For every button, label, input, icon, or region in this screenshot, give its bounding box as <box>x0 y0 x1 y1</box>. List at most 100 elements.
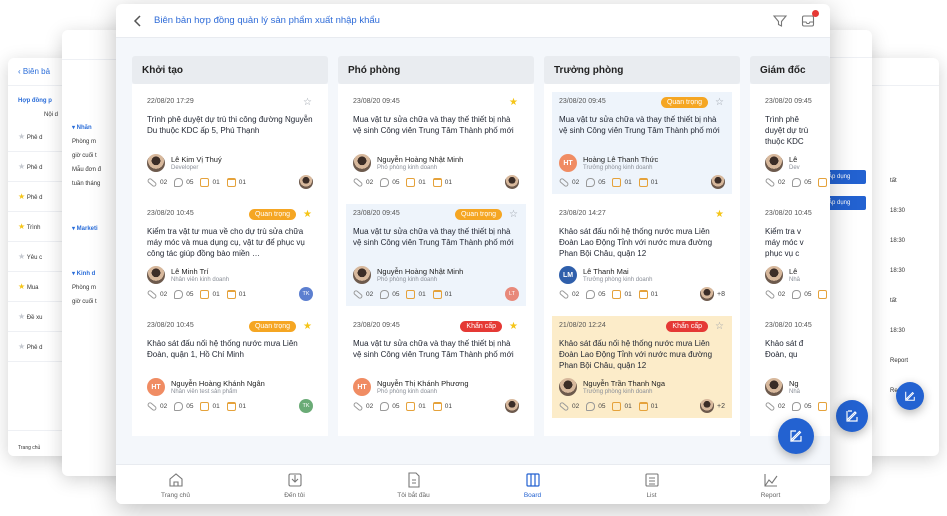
column-cards: 23/08/20 09:45 Trình phê duyệt dự trù thu… <box>750 84 830 436</box>
stat-count: 01 <box>418 402 426 410</box>
document-icon <box>406 401 416 411</box>
nav-report[interactable]: Report <box>711 465 830 504</box>
comment-icon <box>792 401 802 411</box>
star-icon[interactable]: ☆ <box>509 209 518 220</box>
card-assignee: Lê Kim Vị Thuý Developer <box>147 153 313 173</box>
task-card[interactable]: 23/08/20 09:45 ★ Khẩn cấp Mua vật tư sửa ch… <box>346 316 526 428</box>
card-stats: 02 05 01 01 +8 <box>558 287 725 301</box>
ghost-right-label: Report <box>890 358 909 364</box>
task-card[interactable]: 23/08/20 10:45 Kiểm tra v máy móc v phục … <box>758 204 828 316</box>
assignee-info: Nguyễn Hoàng Nhật Minh Phó phòng kinh doa… <box>377 267 463 283</box>
stat-item: 01 <box>406 289 426 299</box>
star-icon[interactable]: ★ <box>715 209 724 220</box>
stat-item: 02 <box>146 400 167 412</box>
nav-list[interactable]: List <box>592 465 711 504</box>
filter-icon <box>772 14 788 27</box>
task-card[interactable]: 23/08/20 09:45 ☆ Quan trọng Mua vật tư sửa … <box>346 204 526 316</box>
nav-label: List <box>646 491 657 499</box>
assignee-info: Nguyễn Trần Thanh Nga Trưởng phòng kinh d… <box>583 379 665 395</box>
notification-button[interactable] <box>800 9 819 29</box>
task-card[interactable]: 23/08/20 10:45 Khảo sát đ Đoàn, qu Ng Nhâ 02… <box>758 316 828 428</box>
attachment-icon <box>558 288 570 300</box>
assignee-role: Trưởng phòng kinh doanh <box>583 277 653 283</box>
comment-icon <box>380 289 390 299</box>
ghost-left-row-label: Mua <box>25 285 39 291</box>
task-card[interactable]: 23/08/20 10:45 ★ Quan trọng Khảo sát đấu nố… <box>140 316 320 428</box>
task-card[interactable]: 23/08/20 09:45 ★ Mua vật tư sửa chữa và th… <box>346 92 526 204</box>
nav-đến-tôi[interactable]: Đến tôi <box>235 465 354 504</box>
filter-button[interactable] <box>772 13 788 29</box>
stat-item: 01 <box>432 401 452 411</box>
card-date: 23/08/20 10:45 <box>765 210 812 217</box>
participants: TK <box>296 399 313 413</box>
checklist-icon <box>226 401 236 411</box>
back-button[interactable] <box>130 13 146 29</box>
report-chart-icon <box>763 473 777 487</box>
participant-avatar <box>299 175 313 189</box>
card-description: Mua vật tư sửa chữa và thay thế thiết bị… <box>559 115 720 135</box>
list-icon <box>644 472 659 487</box>
task-card[interactable]: 23/08/20 09:45 Trình phê duyệt dự trù thu… <box>758 92 828 204</box>
assignee-role: Dev <box>789 165 800 171</box>
assignee-name: Nguyễn Hoàng Nhật Minh <box>377 155 464 164</box>
stat-item: 05 <box>586 177 605 187</box>
stat-item: 01 <box>638 177 658 187</box>
card-date: 22/08/20 17:29 <box>147 98 194 105</box>
star-icon[interactable]: ☆ <box>303 97 312 108</box>
participant-avatar <box>711 175 725 189</box>
star-icon[interactable]: ☆ <box>715 97 724 108</box>
ghost-left-title: Biên bả <box>22 67 51 76</box>
comment-icon <box>380 401 390 411</box>
assignee-name: Nguyễn Thị Khánh Phương <box>377 379 469 388</box>
avatar <box>353 266 371 284</box>
avatar <box>147 266 165 284</box>
stat-count: 02 <box>160 178 168 186</box>
column-title: Giám đốc <box>750 56 830 84</box>
avatar <box>147 154 165 172</box>
comment-icon <box>586 401 596 411</box>
stat-item: 01 <box>818 289 830 299</box>
card-assignee: LM Lê Thanh Mai Trưởng phòng kinh doanh <box>559 265 725 285</box>
ghost-right-label: tất <box>890 298 897 304</box>
star-icon[interactable]: ★ <box>303 209 312 220</box>
stat-count: 01 <box>418 178 426 186</box>
task-card[interactable]: 22/08/20 17:29 ☆ Trình phê duyệt dự trù th… <box>140 92 320 204</box>
participant-avatar: LT <box>505 287 519 301</box>
star-icon[interactable]: ☆ <box>715 321 724 332</box>
participant-avatar <box>700 287 715 301</box>
stat-item: 01 <box>612 177 632 187</box>
stat-item: 05 <box>792 289 811 299</box>
nav-tôi-bắt-đầu[interactable]: Tôi bắt đầu <box>354 465 473 504</box>
task-card[interactable]: 23/08/20 14:27 ★ Khảo sát đấu nối hệ thống… <box>552 204 732 316</box>
star-icon[interactable]: ★ <box>509 97 518 108</box>
avatar: HT <box>559 154 577 172</box>
board-column: Phó phòng 23/08/20 09:45 ★ Mua vật tư sửa c… <box>338 56 534 436</box>
stat-count: 02 <box>366 178 374 186</box>
nav-trang-chủ[interactable]: Trang chủ <box>116 465 235 504</box>
card-description: Trình phê duyệt dự trù thi công đường Ng… <box>147 115 313 135</box>
checklist-icon <box>432 177 442 187</box>
card-date: 23/08/20 10:45 <box>765 322 812 329</box>
document-icon <box>406 289 416 299</box>
checklist-icon <box>638 289 648 299</box>
star-icon[interactable]: ★ <box>303 321 312 332</box>
participant-avatar <box>505 175 519 189</box>
star-icon[interactable]: ★ <box>509 321 518 332</box>
attachment-icon <box>146 400 158 412</box>
ghost-right-label: 18:30 <box>890 268 906 274</box>
stat-item: 05 <box>586 401 606 411</box>
attachment-icon <box>352 400 364 412</box>
assignee-role: Phó phòng kinh doanh <box>377 277 438 283</box>
task-card[interactable]: 23/08/20 09:45 ☆ Quan trọng Mua vật tư sửa … <box>552 92 732 204</box>
create-button[interactable] <box>778 418 814 454</box>
nav-label: Tôi bắt đầu <box>397 491 430 499</box>
nav-board[interactable]: Board <box>473 465 592 504</box>
stat-item: 01 <box>226 289 246 299</box>
task-card[interactable]: 21/08/20 12:24 ☆ Khẩn cấp Khảo sát đấu nối … <box>552 316 732 428</box>
task-card[interactable]: 23/08/20 10:45 ★ Quan trọng Kiểm tra vật tư… <box>140 204 320 316</box>
stat-item: 05 <box>380 401 399 411</box>
document-icon <box>407 471 420 488</box>
card-description: Kiểm tra v máy móc v phục vụ c <box>765 227 804 258</box>
attachment-icon <box>146 288 158 300</box>
stat-count: 05 <box>598 402 606 410</box>
